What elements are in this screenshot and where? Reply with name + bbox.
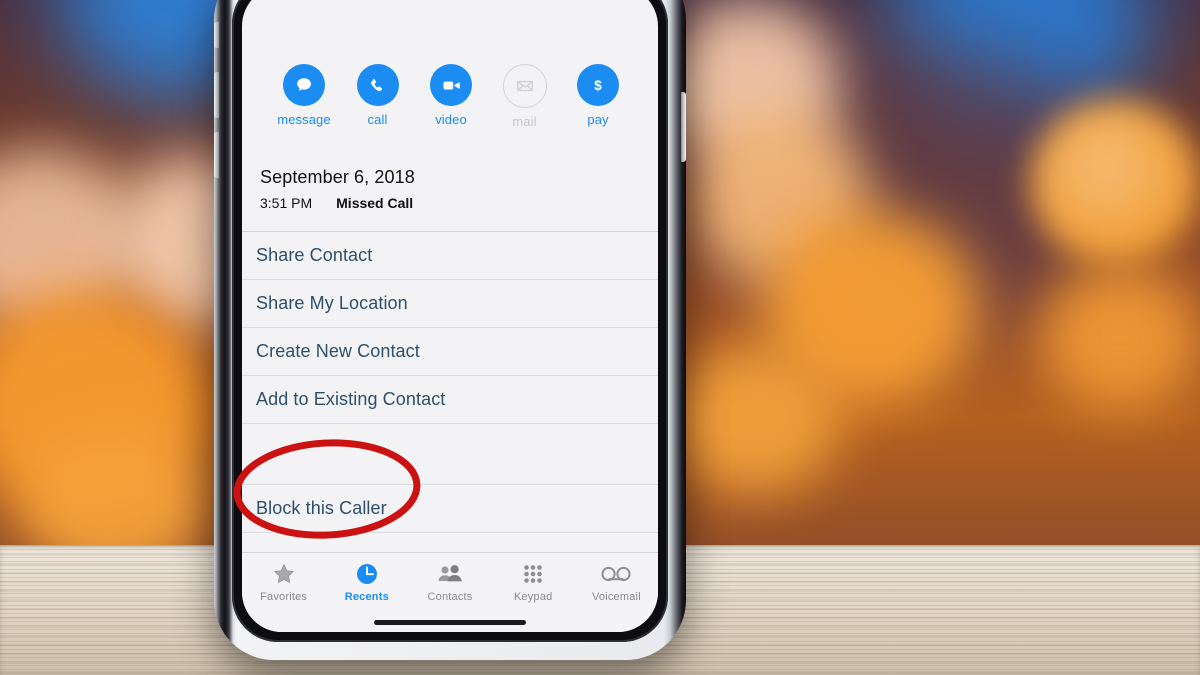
phone-screen: message call video mail $ pay September … (242, 0, 658, 632)
menu-item-create-new-contact[interactable]: Create New Contact (242, 327, 658, 375)
voicemail-reels-icon (575, 560, 658, 588)
menu-item-add-to-existing-contact[interactable]: Add to Existing Contact (242, 375, 658, 424)
menu-item-label: Share My Location (256, 293, 408, 313)
quick-action-video[interactable]: video (415, 64, 487, 127)
phone-device: message call video mail $ pay September … (214, 0, 686, 660)
menu-section-separator (242, 424, 658, 484)
bokeh-orange-right-ring (1030, 100, 1200, 265)
tab-favorites[interactable]: Favorites (242, 560, 325, 603)
quick-action-label: pay (587, 112, 609, 127)
quick-action-label: mail (512, 114, 537, 129)
video-camera-icon (430, 64, 472, 106)
call-time: 3:51 PM (260, 195, 313, 211)
keypad-dots-icon (492, 560, 575, 588)
screenshot-canvas: message call video mail $ pay September … (0, 0, 1200, 675)
menu-item-label: Create New Contact (256, 341, 420, 361)
call-entry: September 6, 2018 3:51 PM Missed Call (242, 129, 658, 211)
envelope-icon (502, 64, 547, 108)
svg-text:$: $ (594, 78, 602, 93)
clock-icon (325, 560, 408, 588)
star-icon (242, 560, 325, 588)
quick-action-call[interactable]: call (342, 64, 414, 127)
silent-switch-button[interactable] (214, 22, 219, 48)
bokeh-orange-right-reflection (1040, 265, 1200, 410)
tab-contacts[interactable]: Contacts (408, 560, 491, 603)
home-indicator[interactable] (374, 620, 526, 625)
tab-label: Favorites (260, 591, 308, 603)
call-status: Missed Call (336, 195, 414, 211)
tab-recents[interactable]: Recents (325, 560, 408, 603)
dollar-sign-icon: $ (577, 64, 619, 106)
tab-voicemail[interactable]: Voicemail (575, 560, 658, 603)
tab-label: Keypad (513, 591, 553, 603)
people-icon (408, 560, 491, 588)
call-date: September 6, 2018 (260, 167, 415, 187)
tab-label: Voicemail (591, 591, 641, 603)
bokeh-orange-right-low (670, 345, 840, 495)
menu-item-label: Add to Existing Contact (256, 389, 446, 409)
phone-handset-icon (356, 64, 399, 106)
menu-item-share-my-location[interactable]: Share My Location (242, 279, 658, 327)
quick-action-pay[interactable]: $ pay (562, 64, 634, 127)
volume-up-button[interactable] (214, 72, 219, 118)
quick-action-label: video (435, 112, 467, 127)
tab-label: Recents (344, 591, 389, 603)
quick-action-label: call (367, 112, 388, 127)
menu-item-block-this-caller[interactable]: Block this Caller (242, 484, 658, 533)
action-menu-list: Share Contact Share My Location Create N… (242, 231, 658, 533)
quick-action-message[interactable]: message (268, 64, 340, 127)
volume-down-button[interactable] (214, 132, 219, 178)
menu-item-share-contact[interactable]: Share Contact (242, 231, 658, 279)
menu-item-label: Block this Caller (256, 498, 387, 518)
quick-actions-row: message call video mail $ pay (242, 0, 658, 129)
power-button[interactable] (681, 92, 686, 162)
quick-action-label: message (277, 112, 331, 127)
menu-item-label: Share Contact (256, 245, 373, 265)
message-bubble-icon (283, 64, 325, 106)
quick-action-mail: mail (489, 64, 561, 129)
tab-keypad[interactable]: Keypad (492, 560, 575, 603)
tab-label: Contacts (427, 591, 473, 603)
